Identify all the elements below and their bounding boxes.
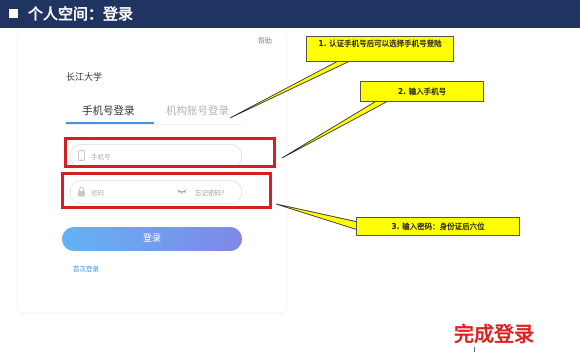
callout-3-pointer: [275, 203, 359, 231]
callout-pointers: [229, 59, 391, 231]
callout-enter-password: 3. 输入密码：身份证后六位: [356, 217, 520, 236]
divider-tick: [474, 347, 475, 352]
callout-enter-phone: 2. 输入手机号: [360, 81, 484, 102]
callout-2-pointer: [281, 99, 391, 159]
callout-phone-verification: 1. 认证手机号后可以选择手机号登陆: [306, 36, 454, 62]
callout-1-pointer: [229, 59, 353, 119]
completion-text: 完成登录: [454, 322, 534, 346]
